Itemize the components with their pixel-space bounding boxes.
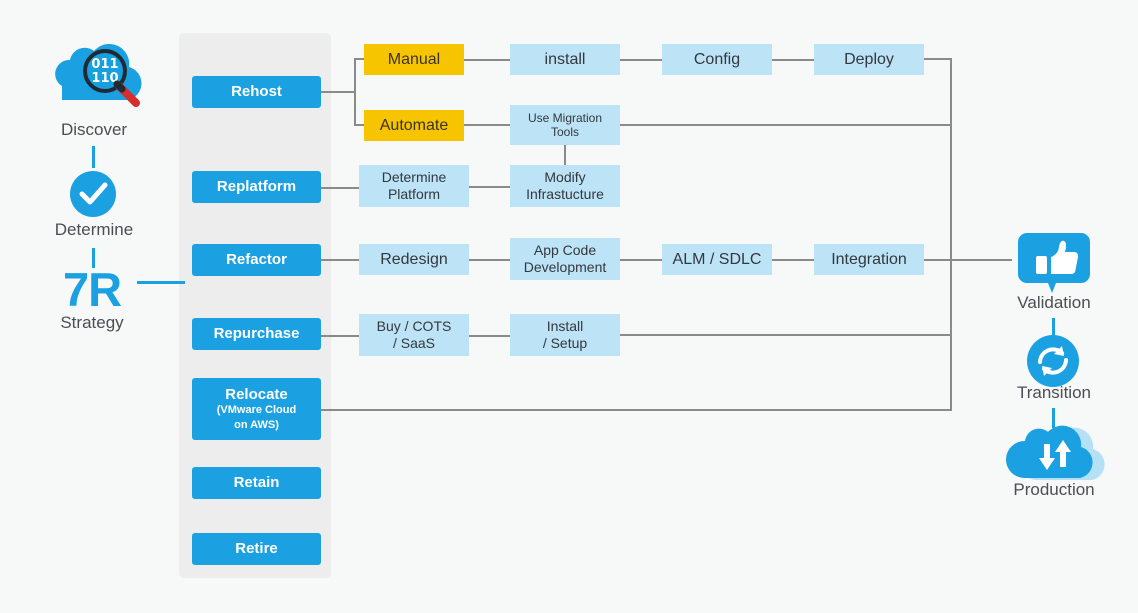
box-modify-infrastructure-label-line1: Modify — [544, 169, 586, 186]
box-app-code-development-label-line2: Development — [523, 259, 607, 275]
box-alm-sdlc[interactable]: ALM / SDLC — [662, 244, 772, 275]
box-modify-infrastructure-label-line2: Infrastucture — [526, 186, 604, 202]
strategy-box-retire[interactable]: Retire — [192, 533, 321, 565]
box-alm-sdlc-label: ALM / SDLC — [672, 250, 762, 268]
connector-rehost-fork-stem — [321, 91, 355, 93]
box-config-label: Config — [693, 50, 741, 68]
box-manual[interactable]: Manual — [364, 44, 464, 75]
strategy-box-relocate[interactable]: Relocate (VMware Cloud on AWS) — [192, 378, 321, 440]
box-buy-cots-saas[interactable]: Buy / COTS / SaaS — [359, 314, 469, 356]
box-redesign-label: Redesign — [380, 250, 448, 268]
production-label: Production — [1013, 480, 1095, 499]
connector-tools-modify-infra — [564, 145, 566, 165]
seven-r-title: 7R — [62, 263, 122, 316]
box-determine-platform-label-line2: Platform — [387, 186, 441, 202]
connector-config-deploy — [772, 59, 814, 61]
connector-bus-validation — [950, 259, 1012, 261]
box-automate-label: Automate — [379, 116, 449, 134]
strategy-box-repurchase[interactable]: Repurchase — [192, 318, 321, 350]
box-modify-infrastructure[interactable]: Modify Infrastucture — [510, 165, 620, 207]
diagram-canvas: 011 110 Discover Determine 7R Strategy R… — [0, 0, 1138, 613]
strategy-label-rehost: Rehost — [231, 83, 282, 101]
strategy-label-retain: Retain — [233, 474, 280, 492]
connector-automate-tools — [464, 124, 510, 126]
strategy-label-replatform: Replatform — [216, 178, 297, 196]
box-determine-platform[interactable]: Determine Platform — [359, 165, 469, 207]
connector-determine-modify — [469, 186, 510, 188]
strategy-sublabel-relocate-line1: (VMware Cloud — [216, 404, 297, 417]
sync-arrows-circle-icon — [1026, 334, 1080, 388]
connector-discover-determine — [92, 146, 95, 168]
connector-repurchase-buy — [321, 335, 359, 337]
strategy-box-replatform[interactable]: Replatform — [192, 171, 321, 203]
connector-relocate-bus — [321, 409, 952, 411]
discover-label: Discover — [60, 120, 128, 139]
box-buy-cots-saas-label-line1: Buy / COTS — [376, 318, 452, 335]
strategy-label-retire: Retire — [235, 540, 278, 558]
validation-label: Validation — [1017, 293, 1091, 312]
strategy-subtitle: Strategy — [60, 313, 124, 332]
svg-text:011: 011 — [91, 57, 118, 72]
connector-redesign-appcode — [469, 259, 510, 261]
connector-install-config — [620, 59, 662, 61]
box-install-label: install — [544, 50, 586, 68]
strategy-box-retain[interactable]: Retain — [192, 467, 321, 499]
cloud-up-down-arrows-icon — [1005, 424, 1106, 482]
box-install-setup-label-line2: / Setup — [542, 335, 588, 351]
strategy-box-refactor[interactable]: Refactor — [192, 244, 321, 276]
box-install-setup-label-line1: Install — [546, 318, 584, 335]
box-buy-cots-saas-label-line2: / SaaS — [392, 335, 436, 351]
connector-buy-install — [469, 335, 510, 337]
connector-refactor-redesign — [321, 259, 359, 261]
connector-tools-bus — [620, 124, 952, 126]
box-use-migration-tools-label-line2: Tools — [550, 125, 579, 139]
box-use-migration-tools[interactable]: Use Migration Tools — [510, 105, 620, 145]
box-integration[interactable]: Integration — [814, 244, 924, 275]
connector-deploy-bus — [924, 58, 952, 60]
box-integration-label: Integration — [831, 250, 907, 268]
connector-replatform-determine — [321, 187, 359, 189]
strategy-label-repurchase: Repurchase — [213, 325, 300, 343]
box-deploy[interactable]: Deploy — [814, 44, 924, 75]
transition-label: Transition — [1016, 383, 1091, 402]
connector-install-setup-bus — [620, 334, 952, 336]
strategy-label-relocate: Relocate — [225, 386, 288, 404]
connector-rehost-fork-vertical — [354, 58, 356, 125]
box-redesign[interactable]: Redesign — [359, 244, 469, 275]
connector-manual-install — [464, 59, 510, 61]
box-app-code-development-label-line1: App Code — [533, 242, 597, 259]
strategy-sublabel-relocate-line2: on AWS) — [234, 418, 279, 431]
connector-alm-integration — [772, 259, 814, 261]
connector-strategy-panel — [137, 281, 185, 284]
box-manual-label: Manual — [387, 50, 441, 68]
strategy-box-rehost[interactable]: Rehost — [192, 76, 321, 108]
thumbs-up-bubble-icon — [1018, 233, 1090, 295]
box-deploy-label: Deploy — [844, 50, 894, 68]
determine-label: Determine — [54, 220, 134, 239]
check-circle-icon — [69, 170, 117, 218]
strategy-label-refactor: Refactor — [226, 251, 287, 269]
box-determine-platform-label-line1: Determine — [381, 169, 447, 186]
box-automate[interactable]: Automate — [364, 110, 464, 141]
connector-integration-bus — [924, 259, 952, 261]
box-use-migration-tools-label-line1: Use Migration — [527, 110, 603, 125]
box-install-setup[interactable]: Install / Setup — [510, 314, 620, 356]
box-install[interactable]: install — [510, 44, 620, 75]
connector-appcode-alm — [620, 259, 662, 261]
cloud-magnifier-binary-icon: 011 110 — [44, 40, 144, 110]
box-app-code-development[interactable]: App Code Development — [510, 238, 620, 280]
box-config[interactable]: Config — [662, 44, 772, 75]
collector-bus-vertical — [950, 58, 952, 411]
